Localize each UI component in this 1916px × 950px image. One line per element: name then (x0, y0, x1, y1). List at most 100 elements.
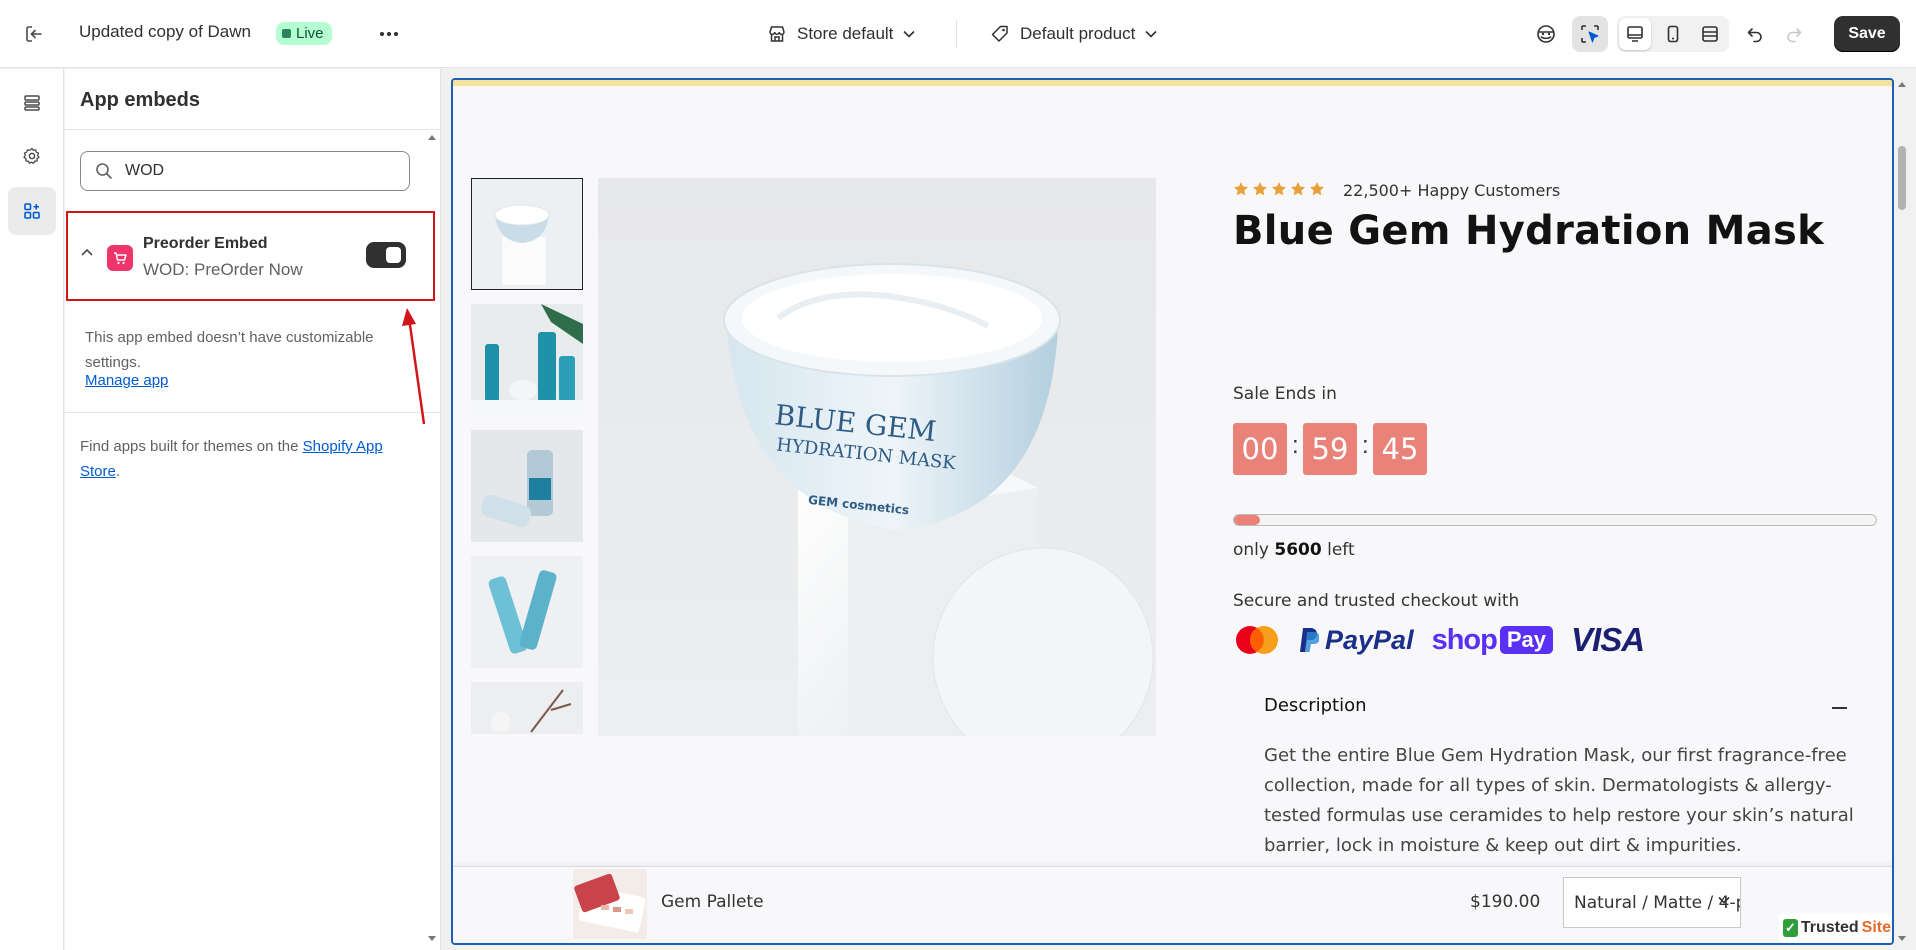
star-icon (1291, 182, 1305, 196)
site-label: Site (1861, 919, 1891, 936)
divider (65, 129, 440, 130)
sticky-product-image (573, 869, 647, 939)
sections-icon[interactable] (8, 79, 56, 127)
countdown-minutes: 59 (1303, 423, 1357, 475)
countdown-separator: : (1362, 432, 1369, 459)
paypal-icon: PayPal (1299, 625, 1414, 656)
visa-icon: VISA (1571, 621, 1645, 658)
theme-name: Updated copy of Dawn (79, 22, 251, 41)
left-rail (0, 69, 64, 950)
exit-icon[interactable] (18, 20, 50, 48)
store-select-label: Store default (797, 24, 894, 43)
fullscreen-view-icon[interactable] (1694, 18, 1726, 50)
trusted-label: Trusted (1800, 919, 1859, 936)
product-thumbnail[interactable] (471, 556, 583, 668)
announcement-bar (453, 80, 1892, 86)
divider (65, 412, 440, 413)
check-icon: ✓ (1783, 919, 1798, 937)
product-thumbnail[interactable] (471, 178, 583, 290)
desktop-view-icon[interactable] (1619, 18, 1651, 50)
redo-icon[interactable] (1776, 16, 1812, 52)
collapse-minus-icon[interactable] (1832, 707, 1847, 709)
more-horizontal-icon[interactable] (374, 20, 404, 48)
tag-icon (991, 25, 1008, 42)
preview-scrollbar[interactable] (1895, 78, 1909, 945)
topbar-divider (956, 20, 957, 48)
countdown-hours: 00 (1233, 423, 1287, 475)
find-apps-prefix: Find apps built for themes on the (80, 438, 303, 455)
scroll-down-arrow-icon[interactable] (427, 935, 437, 943)
product-main-image[interactable]: BLUE GEM HYDRATION MASK GEM cosmetics (598, 178, 1156, 736)
chevron-up-icon[interactable] (80, 247, 94, 257)
sticky-product-name: Gem Pallete (661, 892, 764, 912)
store-select[interactable]: Store default (767, 18, 915, 50)
stock-suffix: left (1321, 540, 1355, 560)
toggle-knob (386, 247, 401, 263)
stock-count: 5600 (1274, 540, 1322, 560)
star-icon (1272, 182, 1286, 196)
manage-app-link[interactable]: Manage app (85, 372, 168, 389)
sticky-product-price: $190.00 (1470, 892, 1541, 912)
paypal-label: PayPal (1325, 624, 1414, 655)
embed-toggle[interactable] (366, 242, 406, 268)
theme-preview[interactable]: BLUE GEM HYDRATION MASK GEM cosmetics 22… (451, 78, 1894, 945)
star-icon (1253, 182, 1267, 196)
chevron-down-icon (903, 30, 915, 38)
shop-pay-label: Pay (1499, 626, 1554, 654)
select-cursor-icon[interactable] (1572, 16, 1608, 52)
viewport-toggle-group (1617, 16, 1729, 52)
sale-ends-label: Sale Ends in (1233, 384, 1337, 404)
shop-label: shop (1431, 623, 1498, 656)
panel-title: App embeds (80, 89, 201, 111)
save-button[interactable]: Save (1834, 16, 1900, 52)
app-embeds-panel: App embeds Preorder Embed WOD: PreOrder … (65, 69, 441, 950)
find-apps-text: Find apps built for themes on the Shopif… (80, 434, 425, 484)
scroll-up-arrow-icon[interactable] (1897, 80, 1907, 88)
template-select[interactable]: Default product (990, 18, 1157, 50)
live-label: Live (296, 25, 324, 42)
countdown-seconds: 45 (1373, 423, 1427, 475)
stock-text: only 5600 left (1233, 540, 1355, 560)
store-icon (769, 26, 785, 42)
search-field[interactable] (80, 151, 410, 191)
search-icon (96, 163, 112, 179)
live-dot-icon (282, 29, 291, 38)
app-embeds-icon[interactable] (8, 187, 56, 235)
annotation-arrow-icon (402, 308, 426, 425)
chevron-down-icon (1145, 30, 1157, 38)
undo-icon[interactable] (1737, 16, 1773, 52)
preorder-app-icon (107, 245, 133, 271)
variant-select[interactable]: Natural / Matte / 4-pa (1563, 877, 1741, 928)
product-title: Blue Gem Hydration Mask (1233, 208, 1825, 254)
product-thumbnail[interactable] (471, 430, 583, 542)
chevron-down-icon (1718, 896, 1730, 904)
search-input[interactable] (125, 162, 385, 180)
product-thumbnail[interactable] (471, 682, 583, 734)
happy-customers: 22,500+ Happy Customers (1343, 181, 1561, 200)
secure-checkout-label: Secure and trusted checkout with (1233, 591, 1520, 611)
countdown-separator: : (1292, 432, 1299, 459)
star-icon (1234, 182, 1248, 196)
scroll-down-arrow-icon[interactable] (1897, 935, 1907, 943)
embed-note: This app embed doesn’t have customizable… (85, 329, 374, 371)
rating-stars (1233, 181, 1325, 197)
sticky-add-to-cart-bar: Gem Pallete $190.00 Natural / Matte / 4-… (453, 866, 1892, 943)
app-embed-item: Preorder Embed WOD: PreOrder Now (66, 211, 435, 301)
variant-select-value: Natural / Matte / 4-pa (1574, 892, 1741, 913)
description-title[interactable]: Description (1264, 695, 1367, 716)
editor-topbar: Updated copy of Dawn Live Store default … (0, 0, 1916, 68)
stock-prefix: only (1233, 540, 1275, 560)
mobile-view-icon[interactable] (1657, 18, 1689, 50)
settings-icon[interactable] (8, 132, 56, 180)
scrollbar-thumb[interactable] (1898, 146, 1906, 210)
product-thumbnail[interactable] (471, 304, 583, 416)
star-icon (1310, 182, 1324, 196)
scroll-up-arrow-icon[interactable] (427, 133, 437, 141)
ai-inspect-icon[interactable] (1528, 16, 1564, 52)
stock-progress-bar (1233, 514, 1877, 526)
find-apps-suffix: . (115, 463, 121, 480)
trustedsite-badge[interactable]: ✓ Trusted Site (1779, 913, 1891, 943)
payment-icons: PayPal shop Pay VISA (1233, 620, 1645, 660)
live-badge: Live (276, 22, 332, 45)
embed-app-name: WOD: PreOrder Now (143, 260, 303, 279)
